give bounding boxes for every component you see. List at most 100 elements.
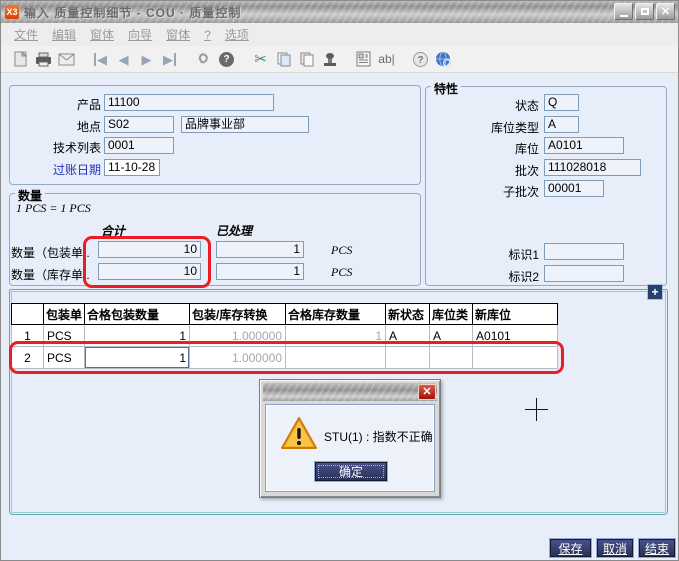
rename-icon[interactable]: ab| (375, 49, 398, 70)
col-new-location: 新库位 (473, 304, 558, 325)
row2-new-status[interactable] (386, 347, 430, 369)
qty-inv-processed-field[interactable]: 1 (216, 263, 304, 280)
tech-list-field[interactable]: 0001 (104, 137, 174, 154)
location-type-field[interactable]: A (544, 116, 579, 133)
col-location-type: 库位类 (430, 304, 473, 325)
location-label: 库位 (431, 140, 539, 157)
row2-approved-inv-qty[interactable] (286, 347, 386, 369)
maximize-button[interactable] (635, 3, 654, 20)
posting-date-label: 过账日期 (9, 161, 101, 178)
row2-pack-unit[interactable]: PCS (44, 347, 85, 369)
stamp-icon[interactable] (318, 49, 341, 70)
col-new-status: 新状态 (386, 304, 430, 325)
tech-list-label: 技术列表 (9, 139, 101, 156)
characteristics-group-title: 特性 (431, 80, 461, 97)
row1-new-location[interactable]: A0101 (473, 325, 558, 347)
sublot-label: 子批次 (431, 183, 539, 200)
qty-pack-label: 数量（包装单.. (11, 244, 97, 261)
qty-pack-processed-field[interactable]: 1 (216, 241, 304, 258)
lot-label: 批次 (431, 162, 539, 179)
id1-field[interactable] (544, 243, 624, 260)
print-icon[interactable] (32, 49, 55, 70)
menu-bar: 文件 编辑 窗体 向导 窗体 ? 选项 (1, 23, 678, 46)
processed-column-header: 已处理 (216, 222, 252, 239)
row1-new-status[interactable]: A (386, 325, 430, 347)
close-button[interactable]: ✕ (656, 3, 675, 20)
table-header-row: 包装单 合格包装数量 包装/库存转换 合格库存数量 新状态 库位类 新库位 (12, 304, 558, 325)
site-field[interactable]: S02 (104, 116, 174, 133)
qty-inv-label: 数量（库存单.. (11, 266, 97, 283)
save-button[interactable]: 保存 (549, 538, 592, 558)
table-row: 1 PCS 1 1.000000 1 A A A0101 (12, 325, 558, 347)
row2-new-location[interactable] (473, 347, 558, 369)
col-approved-inv-qty: 合格库存数量 (286, 304, 386, 325)
row2-number: 2 (12, 347, 44, 369)
product-field[interactable]: 11100 (104, 94, 274, 111)
row2-approved-pack-qty[interactable]: 1 (85, 347, 190, 369)
dialog-body: STU(1) : 指数不正确 确定 (265, 404, 435, 492)
menu-edit[interactable]: 编辑 (45, 26, 83, 43)
cancel-button[interactable]: 取消 (596, 538, 634, 558)
first-record-icon[interactable]: ◀ (89, 49, 112, 70)
details-list-icon[interactable] (352, 49, 375, 70)
row1-approved-inv-qty: 1 (286, 325, 386, 347)
qty-inv-total-field[interactable]: 10 (98, 263, 201, 280)
qty-pack-unit: PCS (331, 243, 352, 258)
warning-icon (280, 416, 318, 455)
title-bar: X3 输入 质量控制细节 - COU · 质量控制 ✕ (1, 1, 678, 23)
menu-form[interactable]: 窗体 (83, 26, 121, 43)
previous-record-icon[interactable]: ◀ (112, 49, 135, 70)
id1-label: 标识1 (431, 246, 539, 263)
minimize-button[interactable] (614, 3, 633, 20)
posting-date-field[interactable]: 11-10-28 (104, 159, 160, 176)
row2-location-type[interactable] (430, 347, 473, 369)
help-icon[interactable]: ? (409, 49, 432, 70)
maximize-icon (641, 8, 649, 15)
location-type-label: 库位类型 (431, 119, 539, 136)
id2-field[interactable] (544, 265, 624, 282)
copy-icon[interactable] (272, 49, 295, 70)
col-rownum (12, 304, 44, 325)
cut-icon[interactable]: ✂ (249, 49, 272, 70)
minimize-icon (620, 15, 628, 17)
expand-grid-button[interactable]: + (647, 284, 663, 300)
warning-dialog: ✕ STU(1) : 指数不正确 确定 (259, 379, 441, 498)
row1-location-type[interactable]: A (430, 325, 473, 347)
menu-form2[interactable]: 窗体 (159, 26, 197, 43)
window-title: 输入 质量控制细节 - COU · 质量控制 (24, 4, 241, 21)
mail-icon[interactable] (55, 49, 78, 70)
status-field[interactable]: Q (544, 94, 579, 111)
close-icon: ✕ (661, 5, 670, 18)
paste-icon[interactable] (295, 49, 318, 70)
qty-pack-total-field[interactable]: 10 (98, 241, 201, 258)
site-description-field: 品牌事业部 (181, 116, 309, 133)
status-label: 状态 (431, 97, 539, 114)
help-dark-icon[interactable]: ? (215, 49, 238, 70)
end-button[interactable]: 结束 (638, 538, 676, 558)
lot-field[interactable]: 111028018 (544, 159, 641, 176)
last-record-icon[interactable]: ▶ (158, 49, 181, 70)
app-logo-icon: X3 (5, 5, 19, 19)
detail-table: 包装单 合格包装数量 包装/库存转换 合格库存数量 新状态 库位类 新库位 1 … (11, 303, 558, 369)
dialog-close-button[interactable]: ✕ (418, 384, 436, 400)
row1-pack-unit[interactable]: PCS (44, 325, 85, 347)
row1-approved-pack-qty[interactable]: 1 (85, 325, 190, 347)
close-icon: ✕ (422, 386, 431, 398)
menu-help[interactable]: ? (197, 28, 218, 42)
ok-button[interactable]: 确定 (314, 461, 388, 482)
row1-conversion: 1.000000 (190, 325, 286, 347)
dialog-title-bar: ✕ (263, 383, 437, 401)
id2-label: 标识2 (431, 268, 539, 285)
sublot-field[interactable]: 00001 (544, 180, 604, 197)
location-field[interactable]: A0101 (544, 137, 624, 154)
menu-wizard[interactable]: 向导 (121, 26, 159, 43)
menu-options[interactable]: 选项 (218, 26, 256, 43)
col-approved-pack-qty: 合格包装数量 (85, 304, 190, 325)
menu-file[interactable]: 文件 (7, 26, 45, 43)
product-label: 产品 (9, 96, 101, 113)
save-icon[interactable] (9, 49, 32, 70)
browser-globe-icon[interactable] (432, 49, 455, 70)
app-window: X3 输入 质量控制细节 - COU · 质量控制 ✕ 文件 编辑 窗体 向导 … (0, 0, 679, 561)
next-record-icon[interactable]: ▶ (135, 49, 158, 70)
attachment-icon[interactable] (192, 49, 215, 70)
